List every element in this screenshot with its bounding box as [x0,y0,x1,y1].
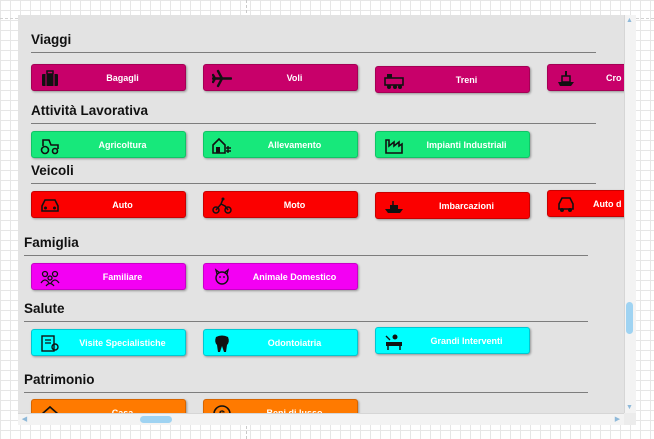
section-title-patrimonio: Patrimonio [24,372,95,387]
factory-icon [384,136,404,155]
scroll-down-arrow-icon[interactable]: ▼ [624,402,635,413]
family-icon [40,268,60,287]
horizontal-scrollbar[interactable] [18,413,624,425]
money-icon: $ [212,404,232,413]
airplane-icon [212,69,232,88]
scrollbar-corner [624,413,636,425]
chip-label: Casa [111,407,134,414]
vertical-scroll-thumb[interactable] [626,302,633,334]
chip-label: Grandi Interventi [430,335,503,346]
chip-label: Impianti Industriali [426,139,507,150]
vertical-scrollbar[interactable] [624,15,636,413]
scroll-left-arrow-icon[interactable]: ◀ [19,413,30,424]
chip-label: Imbarcazioni [438,200,494,211]
chip-label: Moto [283,199,306,210]
section-title-famiglia: Famiglia [24,235,79,250]
section-title-viaggi: Viaggi [31,32,72,47]
cruise-ship-icon [556,69,576,88]
section-divider [31,123,596,124]
chip-voli[interactable]: Voli [203,64,358,91]
chip-moto[interactable]: Moto [203,191,358,218]
medical-record-icon [40,334,60,353]
tractor-icon [40,136,60,155]
section-title-salute: Salute [24,301,65,316]
category-panel: Viaggi Bagagli Voli Treni Cro Attività L… [18,15,624,413]
chip-familiare[interactable]: Familiare [31,263,186,290]
section-title-veicoli: Veicoli [31,163,74,178]
chip-label: Auto [112,199,133,210]
chip-imbarcazioni[interactable]: Imbarcazioni [375,192,530,219]
chip-auto[interactable]: Auto [31,191,186,218]
tooth-icon [212,334,232,353]
chip-allevamento[interactable]: Allevamento [203,131,358,158]
section-divider [24,321,588,322]
section-title-attivita-lavorativa: Attività Lavorativa [31,103,149,118]
chip-label: Familiare [102,271,143,282]
chip-label: Beni di lusso [266,407,323,414]
chip-agricoltura[interactable]: Agricoltura [31,131,186,158]
chip-label: Odontoiatria [267,337,322,348]
horizontal-scroll-thumb[interactable] [140,416,172,423]
surgery-icon [384,332,404,351]
motorcycle-icon [212,196,232,215]
chip-label: Allevamento [267,139,322,150]
section-divider [24,392,588,393]
vintage-car-icon [556,195,576,214]
farm-barn-icon [212,136,232,155]
section-divider [31,52,596,53]
chip-bagagli[interactable]: Bagagli [31,64,186,91]
chip-impianti-industriali[interactable]: Impianti Industriali [375,131,530,158]
chip-animale-domestico[interactable]: Animale Domestico [203,263,358,290]
boat-icon [384,197,404,216]
pet-icon [212,268,232,287]
chip-grandi-interventi[interactable]: Grandi Interventi [375,327,530,354]
chip-casa[interactable]: Casa [31,399,186,413]
chip-beni-di-lusso[interactable]: $ Beni di lusso [203,399,358,413]
chip-label: Bagagli [106,72,139,83]
chip-label: Agricoltura [98,139,147,150]
chip-crociere[interactable]: Cro [547,64,624,91]
chip-label: Treni [455,74,478,85]
chip-label: Animale Domestico [252,271,337,282]
chip-label: Voli [286,72,303,83]
chip-label: Auto d [593,198,622,209]
train-icon [384,71,404,90]
scroll-up-arrow-icon[interactable]: ▲ [624,15,635,26]
chip-label: Visite Specialistiche [79,337,166,348]
section-divider [24,255,588,256]
chip-label: Cro [606,72,622,83]
chip-auto-depoca[interactable]: Auto d [547,190,624,217]
chip-odontoiatria[interactable]: Odontoiatria [203,329,358,356]
chip-visite-specialistiche[interactable]: Visite Specialistiche [31,329,186,356]
car-icon [40,196,60,215]
luggage-icon [40,69,60,88]
chip-treni[interactable]: Treni [375,66,530,93]
house-icon [40,404,60,413]
scroll-right-arrow-icon[interactable]: ▶ [612,413,623,424]
section-divider [31,183,596,184]
